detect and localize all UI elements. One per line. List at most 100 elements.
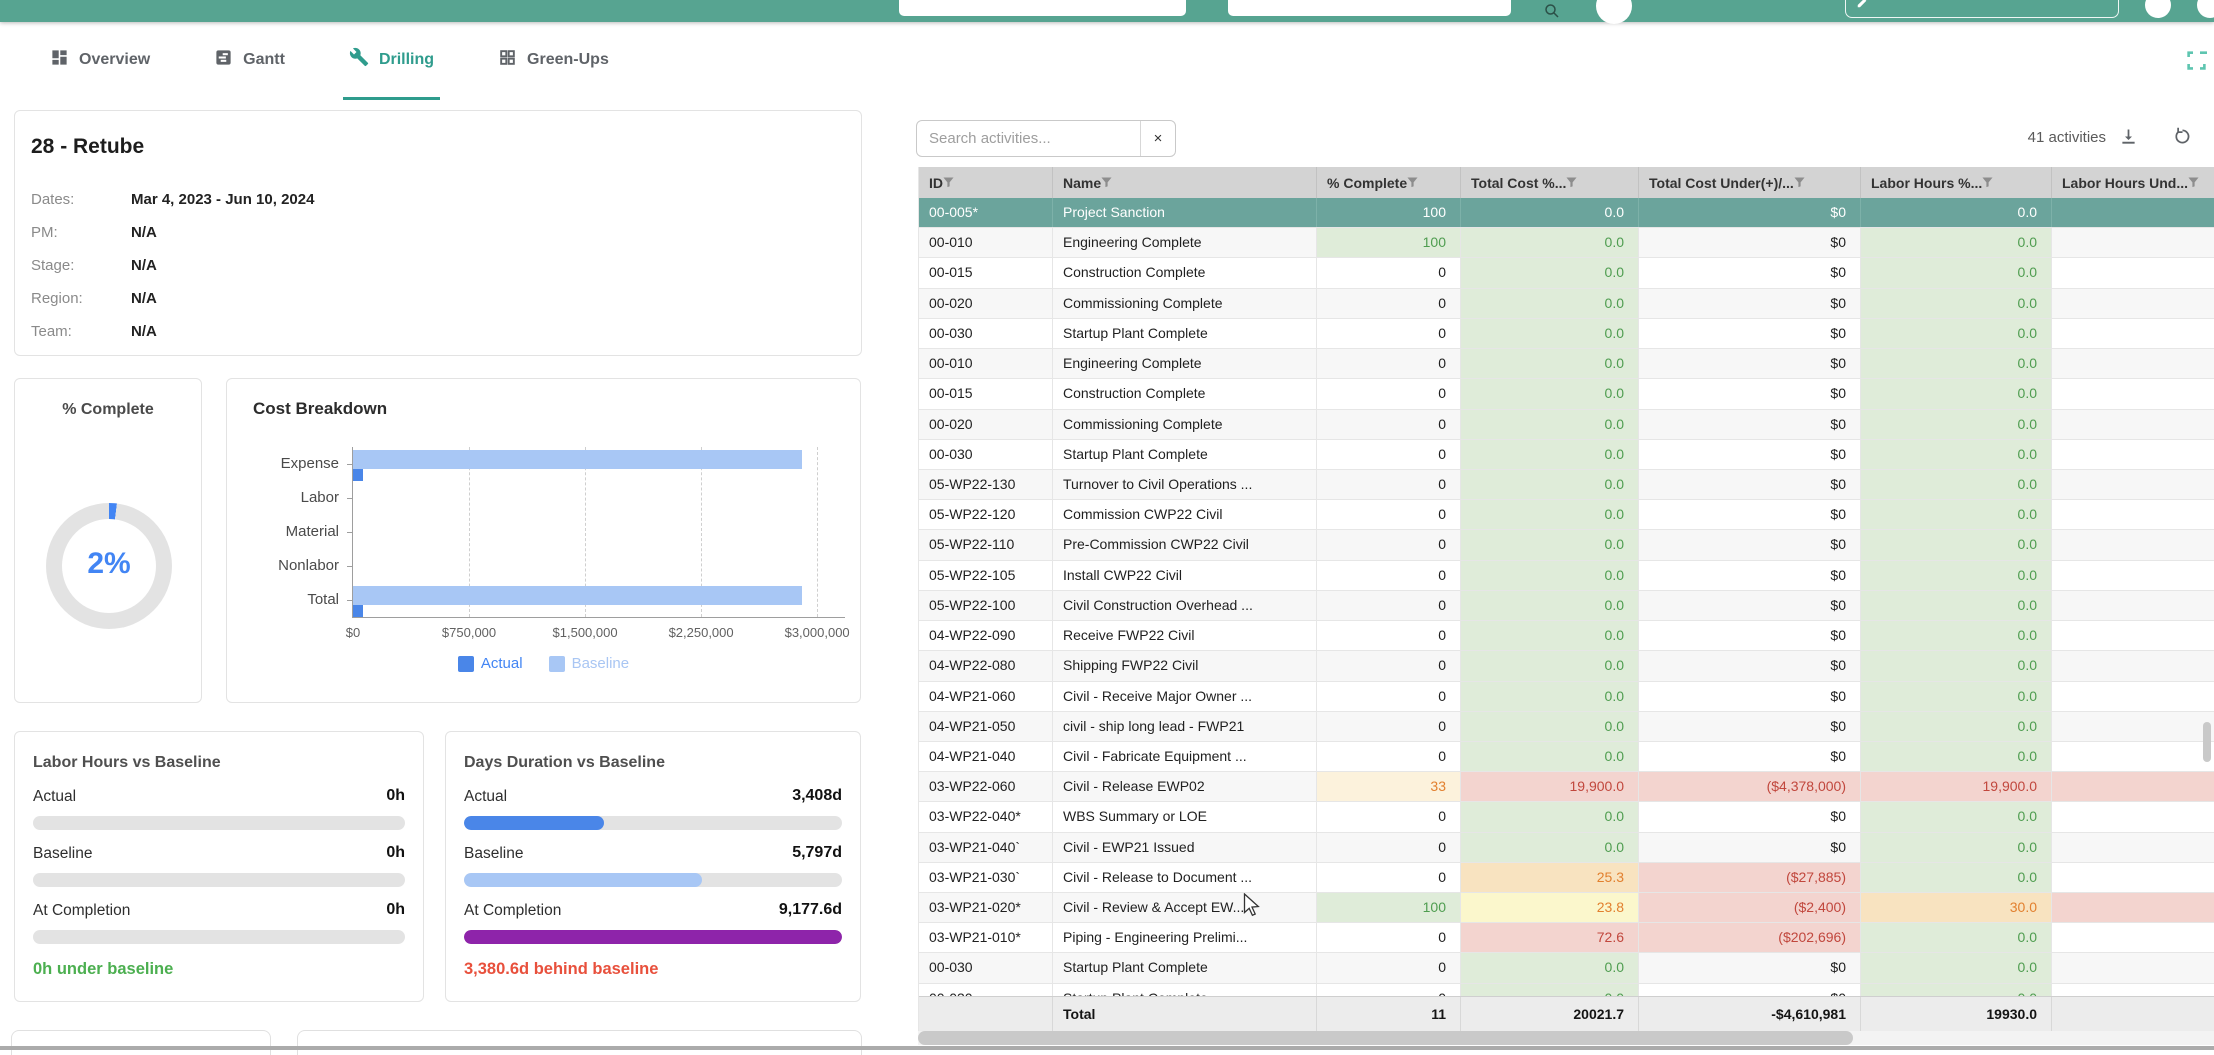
- progress-track: [464, 816, 842, 830]
- filter-icon[interactable]: [1794, 175, 1805, 191]
- column-header[interactable]: Name: [1053, 167, 1317, 198]
- table-row[interactable]: 05-WP22-130Turnover to Civil Operations …: [919, 470, 2214, 500]
- table-row[interactable]: 03-WP22-060Civil - Release EWP023319,900…: [919, 772, 2214, 802]
- table-row[interactable]: 00-010Engineering Complete1000.0$00.0: [919, 228, 2214, 258]
- table-row[interactable]: 05-WP22-120Commission CWP22 Civil00.0$00…: [919, 500, 2214, 530]
- cell-total-cost-under: $0: [1639, 258, 1861, 287]
- table-row[interactable]: 00-030Startup Plant Complete00.0$00.0: [919, 440, 2214, 470]
- column-header[interactable]: ID: [919, 167, 1053, 198]
- cell-labor-hours-pct: 0.0: [1861, 530, 2052, 559]
- days-duration-card: Days Duration vs BaselineActual3,408dBas…: [445, 731, 861, 1002]
- field-label: Stage:: [31, 257, 74, 274]
- circle-button-1[interactable]: [2145, 0, 2171, 18]
- table-row[interactable]: 03-WP21-010*Piping - Engineering Prelimi…: [919, 923, 2214, 953]
- table-row[interactable]: 05-WP22-110Pre-Commission CWP22 Civil00.…: [919, 530, 2214, 560]
- table-row[interactable]: 00-020Commissioning Complete00.0$00.0: [919, 289, 2214, 319]
- search-input[interactable]: [917, 130, 1140, 147]
- cell-name: Construction Complete: [1053, 258, 1317, 287]
- cell-percent-complete: 0: [1317, 833, 1461, 862]
- filter-icon[interactable]: [943, 175, 954, 191]
- tab-green-ups[interactable]: Green-Ups: [492, 22, 615, 100]
- cell-name: Commissioning Complete: [1053, 289, 1317, 318]
- table-row[interactable]: 00-020Commissioning Complete00.0$00.0: [919, 410, 2214, 440]
- table-total-row: Total1120021.7-$4,610,98119930.0: [919, 996, 2214, 1031]
- table-row[interactable]: 00-030Startup Plant Complete00.0$00.0: [919, 319, 2214, 349]
- fullscreen-icon[interactable]: [2186, 50, 2208, 72]
- table-row[interactable]: 05-WP22-100Civil Construction Overhead .…: [919, 591, 2214, 621]
- progress-track: [464, 930, 842, 944]
- cell-percent-complete: 33: [1317, 772, 1461, 801]
- filter-icon[interactable]: [2188, 175, 2199, 191]
- chart-gridline: [817, 447, 818, 617]
- table-row[interactable]: 03-WP21-030`Civil - Release to Document …: [919, 863, 2214, 893]
- table-row[interactable]: 04-WP21-040Civil - Fabricate Equipment .…: [919, 742, 2214, 772]
- cell-name: Civil - Review & Accept EW...: [1053, 893, 1317, 922]
- table-row[interactable]: 00-005*Project Sanction1000.0$00.0: [919, 198, 2214, 228]
- filter-icon[interactable]: [1101, 175, 1112, 191]
- table-row[interactable]: 04-WP22-090Receive FWP22 Civil00.0$00.0: [919, 621, 2214, 651]
- cell-labor-hours-pct: 0.0: [1861, 198, 2052, 227]
- cell-total-cost-under: $0: [1639, 500, 1861, 529]
- table-row[interactable]: 00-015Construction Complete00.0$00.0: [919, 258, 2214, 288]
- edit-action-button[interactable]: [1845, 0, 2119, 18]
- cell-percent-complete: 100: [1317, 228, 1461, 257]
- cell-labor-hours-under: [2052, 500, 2214, 529]
- tab-drilling[interactable]: Drilling: [343, 22, 440, 100]
- cell-id: 05-WP22-120: [919, 500, 1053, 529]
- table-row[interactable]: 03-WP21-040`Civil - EWP21 Issued00.0$00.…: [919, 833, 2214, 863]
- user-avatar[interactable]: [1596, 0, 1632, 24]
- column-header[interactable]: % Complete: [1317, 167, 1461, 198]
- cell-name: Construction Complete: [1053, 379, 1317, 408]
- column-header[interactable]: Total Cost %...: [1461, 167, 1639, 198]
- table-row[interactable]: 04-WP22-080Shipping FWP22 Civil00.0$00.0: [919, 651, 2214, 681]
- table-row[interactable]: 00-030Startup Plant Complete00.0$00.0: [919, 953, 2214, 983]
- download-icon[interactable]: [2118, 126, 2139, 152]
- column-header[interactable]: Labor Hours Und...: [2052, 167, 2214, 198]
- filter-icon[interactable]: [1566, 175, 1577, 191]
- table-row[interactable]: 00-015Construction Complete00.0$00.0: [919, 379, 2214, 409]
- cell-total-cost-under: $0: [1639, 953, 1861, 982]
- refresh-icon[interactable]: [2172, 126, 2193, 152]
- clear-search-button[interactable]: ×: [1140, 121, 1175, 156]
- toolbar-input-2[interactable]: [1228, 0, 1511, 16]
- legend-item-baseline[interactable]: Baseline: [549, 655, 630, 672]
- tab-overview[interactable]: Overview: [44, 22, 156, 100]
- tab-gantt[interactable]: Gantt: [208, 22, 291, 100]
- cell-percent-complete: 100: [1317, 198, 1461, 227]
- cell-total-cost-pct: 25.3: [1461, 863, 1639, 892]
- search-icon[interactable]: [1543, 2, 1561, 25]
- cell-name: Piping - Engineering Prelimi...: [1053, 923, 1317, 952]
- horizontal-scrollbar[interactable]: [918, 1031, 2214, 1045]
- cell-total-cost-under: $0: [1639, 319, 1861, 348]
- table-row[interactable]: 00-010Engineering Complete00.0$00.0: [919, 349, 2214, 379]
- column-header[interactable]: Labor Hours %...: [1861, 167, 2052, 198]
- baseline-bar: [353, 450, 802, 469]
- filter-icon[interactable]: [1407, 175, 1418, 191]
- cell-labor-hours-pct: 0.0: [1861, 591, 2052, 620]
- table-row[interactable]: 04-WP21-050civil - ship long lead - FWP2…: [919, 712, 2214, 742]
- baseline-swatch: [549, 656, 565, 672]
- table-row[interactable]: 05-WP22-105Install CWP22 Civil00.0$00.0: [919, 561, 2214, 591]
- table-row-clipped: 00-030Startup Plant Complete00.0$00.0: [919, 984, 2214, 996]
- circle-button-2[interactable]: [2197, 0, 2214, 18]
- cell-labor-hours-pct: 0.0: [1861, 833, 2052, 862]
- cell-total-cost-pct: 0.0: [1461, 651, 1639, 680]
- table-row[interactable]: 04-WP21-060Civil - Receive Major Owner .…: [919, 682, 2214, 712]
- horizontal-scrollbar-thumb[interactable]: [918, 1031, 1853, 1045]
- legend-item-actual[interactable]: Actual: [458, 655, 523, 672]
- table-row[interactable]: 03-WP21-020*Civil - Review & Accept EW..…: [919, 893, 2214, 923]
- column-header[interactable]: Total Cost Under(+)/...: [1639, 167, 1861, 198]
- table-row[interactable]: 00-030Startup Plant Complete00.0$00.0: [919, 984, 2214, 996]
- cell-total-cost-under: $0: [1639, 440, 1861, 469]
- total-pct: 11: [1317, 997, 1461, 1031]
- toolbar-input-1[interactable]: [899, 0, 1186, 16]
- vertical-scrollbar-thumb[interactable]: [2203, 722, 2211, 762]
- cell-total-cost-pct: 72.6: [1461, 923, 1639, 952]
- table-row[interactable]: 03-WP22-040*WBS Summary or LOE00.0$00.0: [919, 802, 2214, 832]
- cell-name: Receive FWP22 Civil: [1053, 621, 1317, 650]
- cell-id: 00-010: [919, 349, 1053, 378]
- cell-name: Engineering Complete: [1053, 349, 1317, 378]
- filter-icon[interactable]: [1982, 175, 1993, 191]
- cell-total-cost-under: $0: [1639, 591, 1861, 620]
- cell-labor-hours-pct: 0.0: [1861, 410, 2052, 439]
